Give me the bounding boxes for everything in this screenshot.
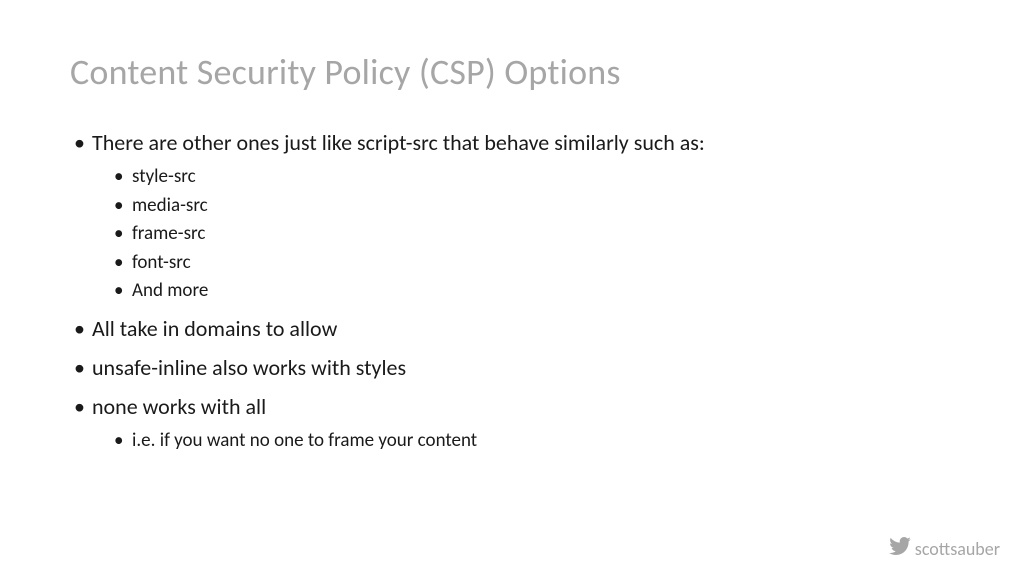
sub-bullet-item: media-src: [92, 192, 954, 221]
sub-bullet-list: style-src media-src frame-src font-src A…: [92, 163, 954, 306]
bullet-item: All take in domains to allow: [70, 312, 954, 345]
sub-bullet-item: i.e. if you want no one to frame your co…: [92, 427, 954, 456]
slide-title: Content Security Policy (CSP) Options: [70, 50, 954, 94]
bullet-item: unsafe-inline also works with styles: [70, 351, 954, 384]
bullet-list: There are other ones just like script-sr…: [70, 126, 954, 455]
sub-bullet-item: frame-src: [92, 220, 954, 249]
sub-bullet-item: font-src: [92, 249, 954, 278]
footer: scottsauber: [889, 537, 1000, 560]
slide-content: There are other ones just like script-sr…: [70, 126, 954, 455]
bullet-item: none works with all i.e. if you want no …: [70, 390, 954, 456]
slide: Content Security Policy (CSP) Options Th…: [0, 0, 1024, 576]
sub-bullet-item: style-src: [92, 163, 954, 192]
bullet-text: none works with all: [92, 393, 266, 420]
sub-bullet-list: i.e. if you want no one to frame your co…: [92, 427, 954, 456]
bullet-text: There are other ones just like script-sr…: [92, 129, 705, 156]
sub-bullet-item: And more: [92, 277, 954, 306]
twitter-icon: [889, 537, 911, 560]
bullet-text: All take in domains to allow: [92, 315, 337, 342]
bullet-item: There are other ones just like script-sr…: [70, 126, 954, 306]
bullet-text: unsafe-inline also works with styles: [92, 354, 406, 381]
twitter-handle: scottsauber: [915, 538, 1000, 560]
